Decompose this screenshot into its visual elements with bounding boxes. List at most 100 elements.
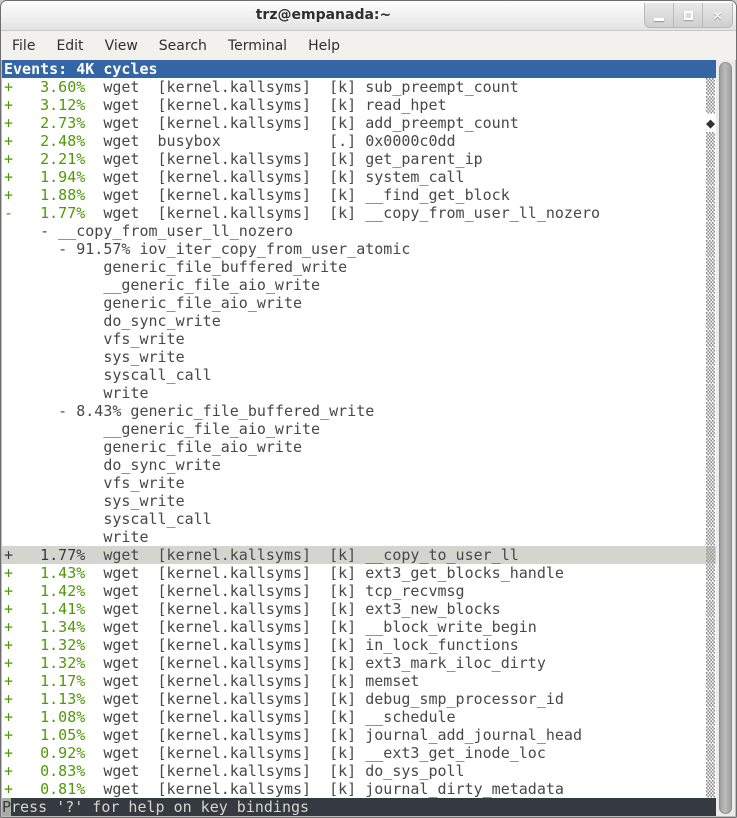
perf-row[interactable]: do_sync_write▒ bbox=[2, 456, 718, 474]
row-expand-and-percent: + 0.83% bbox=[4, 762, 85, 780]
scroll-shade-icon: ▒ bbox=[706, 204, 715, 222]
menu-item-search[interactable]: Search bbox=[149, 34, 217, 58]
scroll-shade-icon: ▒ bbox=[706, 582, 715, 600]
window-title: trz@empanada:~ bbox=[1, 7, 646, 23]
row-text: wget [kernel.kallsyms] [k] __copy_to_use… bbox=[85, 546, 518, 564]
perf-row[interactable]: + 1.08% wget [kernel.kallsyms] [k] __sch… bbox=[2, 708, 718, 726]
menu-item-edit[interactable]: Edit bbox=[46, 34, 93, 58]
row-text: write bbox=[4, 528, 149, 546]
status-text: ress '?' for help on key bindings bbox=[11, 798, 309, 816]
scroll-shade-icon: ▒ bbox=[706, 348, 715, 366]
row-text: wget [kernel.kallsyms] [k] read_hpet bbox=[85, 96, 446, 114]
perf-row[interactable]: - 8.43% generic_file_buffered_write▒ bbox=[2, 402, 718, 420]
scroll-shade-icon: ▒ bbox=[706, 294, 715, 312]
perf-row[interactable]: do_sync_write▒ bbox=[2, 312, 718, 330]
scroll-shade-icon: ▒ bbox=[706, 420, 715, 438]
perf-row[interactable]: + 0.83% wget [kernel.kallsyms] [k] do_sy… bbox=[2, 762, 718, 780]
perf-row[interactable]: + 1.13% wget [kernel.kallsyms] [k] debug… bbox=[2, 690, 718, 708]
row-expand-and-percent: + 2.48% bbox=[4, 132, 85, 150]
scrollbar-thumb[interactable] bbox=[719, 62, 732, 814]
minimize-button[interactable] bbox=[645, 3, 674, 28]
perf-row[interactable]: syscall_call▒ bbox=[2, 510, 718, 528]
row-expand-and-percent: + 1.32% bbox=[4, 654, 85, 672]
row-expand-and-percent: + 1.32% bbox=[4, 636, 85, 654]
perf-row[interactable]: + 3.60% wget [kernel.kallsyms] [k] sub_p… bbox=[2, 78, 718, 96]
row-text: wget [kernel.kallsyms] [k] ext3_mark_ilo… bbox=[85, 654, 546, 672]
scroll-shade-icon: ▒ bbox=[706, 726, 715, 744]
close-button[interactable]: ✕ bbox=[703, 3, 732, 28]
perf-row[interactable]: + 1.32% wget [kernel.kallsyms] [k] in_lo… bbox=[2, 636, 718, 654]
maximize-icon bbox=[684, 11, 693, 20]
row-text: wget [kernel.kallsyms] [k] __block_write… bbox=[85, 618, 537, 636]
scroll-shade-icon: ▒ bbox=[706, 708, 715, 726]
perf-row[interactable]: vfs_write▒ bbox=[2, 330, 718, 348]
row-expand-and-percent: + 1.41% bbox=[4, 600, 85, 618]
perf-row[interactable]: + 1.88% wget [kernel.kallsyms] [k] __fin… bbox=[2, 186, 718, 204]
scroll-shade-icon: ▒ bbox=[706, 132, 715, 150]
menu-item-view[interactable]: View bbox=[95, 34, 148, 58]
perf-row[interactable]: + 1.32% wget [kernel.kallsyms] [k] ext3_… bbox=[2, 654, 718, 672]
terminal-content[interactable]: Events: 4K cycles + 3.60% wget [kernel.k… bbox=[2, 60, 718, 816]
perf-row[interactable]: + 1.42% wget [kernel.kallsyms] [k] tcp_r… bbox=[2, 582, 718, 600]
menu-bar: File Edit View Search Terminal Help bbox=[1, 31, 736, 60]
row-text: wget [kernel.kallsyms] [k] memset bbox=[85, 672, 419, 690]
scrollbar-track[interactable] bbox=[716, 60, 735, 816]
perf-row[interactable]: write▒ bbox=[2, 528, 718, 546]
perf-row[interactable]: + 0.92% wget [kernel.kallsyms] [k] __ext… bbox=[2, 744, 718, 762]
menu-item-terminal[interactable]: Terminal bbox=[218, 34, 297, 58]
scroll-shade-icon: ▒ bbox=[706, 636, 715, 654]
scroll-shade-icon: ▒ bbox=[706, 618, 715, 636]
row-expand-and-percent: + 1.08% bbox=[4, 708, 85, 726]
row-text: wget [kernel.kallsyms] [k] journal_dirty… bbox=[85, 780, 564, 798]
scroll-shade-icon: ▒ bbox=[706, 546, 715, 564]
perf-row[interactable]: + 2.21% wget [kernel.kallsyms] [k] get_p… bbox=[2, 150, 718, 168]
perf-row[interactable]: + 1.17% wget [kernel.kallsyms] [k] memse… bbox=[2, 672, 718, 690]
scroll-shade-icon: ▒ bbox=[706, 222, 715, 240]
scroll-shade-icon: ▒ bbox=[706, 672, 715, 690]
row-text: generic_file_aio_write bbox=[4, 294, 302, 312]
row-text: wget [kernel.kallsyms] [k] get_parent_ip bbox=[85, 150, 482, 168]
row-expand-and-percent: + 1.17% bbox=[4, 672, 85, 690]
perf-row[interactable]: - __copy_from_user_ll_nozero▒ bbox=[2, 222, 718, 240]
scroll-shade-icon: ▒ bbox=[706, 492, 715, 510]
perf-row[interactable]: + 2.73% wget [kernel.kallsyms] [k] add_p… bbox=[2, 114, 718, 132]
title-bar[interactable]: trz@empanada:~ ✕ bbox=[1, 1, 736, 31]
row-expand-and-percent: + 3.60% bbox=[4, 78, 85, 96]
row-text: syscall_call bbox=[4, 366, 212, 384]
perf-row[interactable]: generic_file_aio_write ▒ bbox=[2, 294, 718, 312]
perf-row-selected[interactable]: + 1.77% wget [kernel.kallsyms] [k] __cop… bbox=[2, 546, 718, 564]
scroll-shade-icon: ▒ bbox=[706, 600, 715, 618]
perf-row[interactable]: - 1.77% wget [kernel.kallsyms] [k] __cop… bbox=[2, 204, 718, 222]
perf-row[interactable]: sys_write▒ bbox=[2, 348, 718, 366]
perf-row[interactable]: syscall_call▒ bbox=[2, 366, 718, 384]
scroll-shade-icon: ▒ bbox=[706, 96, 715, 114]
row-expand-and-percent: + 1.05% bbox=[4, 726, 85, 744]
row-text: wget busybox [.] 0x0000c0dd bbox=[85, 132, 455, 150]
perf-row[interactable]: + 1.41% wget [kernel.kallsyms] [k] ext3_… bbox=[2, 600, 718, 618]
row-text: wget [kernel.kallsyms] [k] journal_add_j… bbox=[85, 726, 582, 744]
perf-row[interactable]: __generic_file_aio_write▒ bbox=[2, 276, 718, 294]
menu-item-file[interactable]: File bbox=[2, 34, 45, 58]
perf-row[interactable]: vfs_write▒ bbox=[2, 474, 718, 492]
menu-item-help[interactable]: Help bbox=[298, 34, 350, 58]
perf-row[interactable]: generic_file_aio_write▒ bbox=[2, 438, 718, 456]
maximize-button[interactable] bbox=[674, 3, 703, 28]
row-text: wget [kernel.kallsyms] [k] ext3_get_bloc… bbox=[85, 564, 564, 582]
row-expand-and-percent: + 0.92% bbox=[4, 744, 85, 762]
perf-row[interactable]: + 3.12% wget [kernel.kallsyms] [k] read_… bbox=[2, 96, 718, 114]
row-text: wget [kernel.kallsyms] [k] __schedule bbox=[85, 708, 455, 726]
perf-row[interactable]: write▒ bbox=[2, 384, 718, 402]
perf-row[interactable]: generic_file_buffered_write▒ bbox=[2, 258, 718, 276]
perf-row[interactable]: + 1.05% wget [kernel.kallsyms] [k] journ… bbox=[2, 726, 718, 744]
perf-row[interactable]: __generic_file_aio_write▒ bbox=[2, 420, 718, 438]
perf-row[interactable]: + 1.34% wget [kernel.kallsyms] [k] __blo… bbox=[2, 618, 718, 636]
perf-row[interactable]: + 1.94% wget [kernel.kallsyms] [k] syste… bbox=[2, 168, 718, 186]
perf-row[interactable]: - 91.57% iov_iter_copy_from_user_atomic▒ bbox=[2, 240, 718, 258]
perf-row[interactable]: + 0.81% wget [kernel.kallsyms] [k] journ… bbox=[2, 780, 718, 798]
row-text: __generic_file_aio_write bbox=[4, 276, 320, 294]
terminal-window: trz@empanada:~ ✕ File Edit View Search T… bbox=[0, 0, 737, 818]
perf-row[interactable]: sys_write▒ bbox=[2, 492, 718, 510]
perf-row[interactable]: + 2.48% wget busybox [.] 0x0000c0dd ▒ bbox=[2, 132, 718, 150]
scroll-shade-icon: ▒ bbox=[706, 690, 715, 708]
perf-row[interactable]: + 1.43% wget [kernel.kallsyms] [k] ext3_… bbox=[2, 564, 718, 582]
